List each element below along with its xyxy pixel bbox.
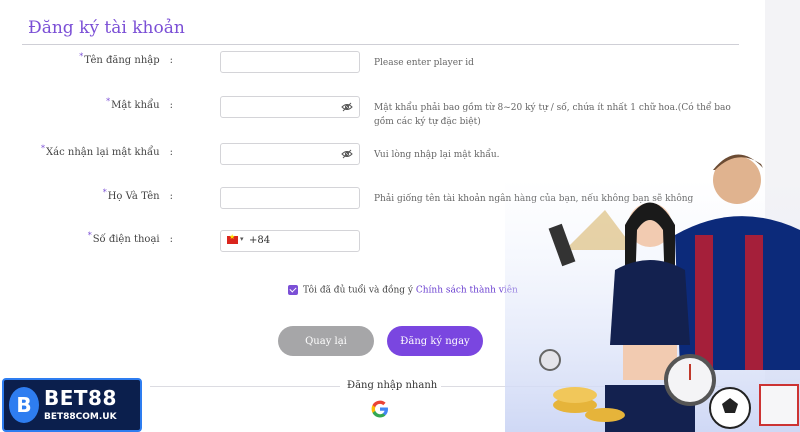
dial-code: +84 [249,235,271,246]
chevron-down-icon[interactable]: ▾ [240,235,244,243]
logo-name: BET88 [44,386,117,410]
title-divider [22,44,739,45]
register-button[interactable]: Đăng ký ngay [387,326,483,356]
username-hint: Please enter player id [374,58,474,68]
agreement-row: Tôi đã đủ tuổi và đồng ý Chính sách thàn… [288,285,518,296]
eye-off-icon[interactable] [341,101,353,113]
fullname-input[interactable] [220,187,360,209]
password-row: *Mật khẩu: Mật khẩu phải bao gồm từ 8~20… [0,96,765,127]
page-title: Đăng ký tài khoản [28,18,185,38]
brand-logo: B BET88 BET88COM.UK [2,378,142,432]
google-icon[interactable] [371,400,389,418]
password-input[interactable] [220,96,360,118]
fullname-label: *Họ Và Tên: [102,188,173,202]
password-label: *Mật khẩu: [106,97,173,111]
phone-input[interactable]: ▾ +84 [220,230,360,252]
username-row: *Tên đăng nhập: Please enter player id [0,51,765,75]
divider-left [150,386,340,387]
eye-off-icon[interactable] [341,148,353,160]
username-label: *Tên đăng nhập: [79,52,173,66]
agree-text: Tôi đã đủ tuổi và đồng ý [303,285,413,296]
phone-label: *Số điện thoại: [87,231,173,245]
logo-url: BET88COM.UK [44,412,117,422]
policy-link[interactable]: Chính sách thành viên [416,286,518,296]
back-button[interactable]: Quay lại [278,326,374,356]
logo-mark: B [9,387,39,423]
username-input[interactable] [220,51,360,73]
password-hint: Mật khẩu phải bao gồm từ 8~20 ký tự / số… [374,103,731,127]
promo-illustration [505,154,800,432]
quick-login-label: Đăng nhập nhanh [343,380,442,391]
confirm-password-label: *Xác nhận lại mật khẩu: [41,144,173,158]
confirm-password-input[interactable] [220,143,360,165]
agree-checkbox[interactable] [288,285,298,295]
vietnam-flag-icon[interactable] [227,233,238,244]
